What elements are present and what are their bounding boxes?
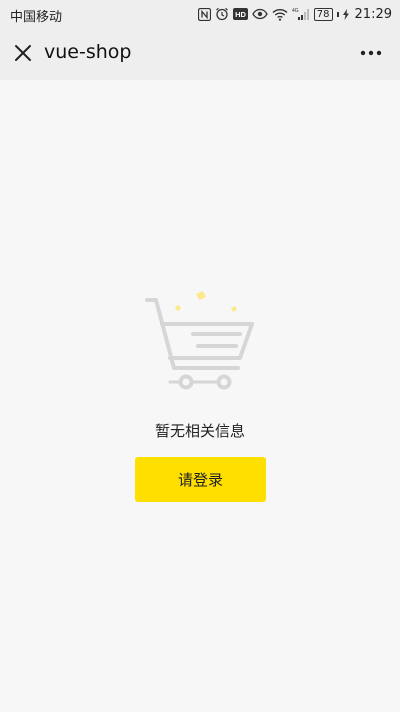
carrier-label: 中国移动 (10, 10, 63, 25)
more-icon (360, 50, 382, 56)
signal-icon: 4G (292, 7, 310, 21)
cart-page-content: 暂无相关信息 请登录 (0, 80, 400, 712)
empty-state-message: 暂无相关信息 (154, 422, 245, 440)
alarm-icon (215, 7, 229, 21)
status-time: 21:29 (354, 6, 392, 22)
network-type-label: 4G (292, 8, 299, 14)
hd-icon: HD (232, 7, 248, 21)
page-title: vue-shop (44, 41, 132, 63)
close-icon (15, 45, 31, 61)
sparkle-small (175, 305, 181, 311)
battery-level: 78 (316, 8, 330, 20)
login-button[interactable]: 请登录 (135, 457, 266, 502)
status-bar: 中国移动 HD 4G 78 21:29 (0, 0, 400, 28)
battery-indicator: 78 (313, 7, 333, 21)
empty-cart-icon (145, 291, 254, 390)
more-button[interactable] (356, 40, 386, 66)
svg-text:HD: HD (235, 10, 246, 19)
battery-tip (336, 11, 339, 17)
charging-icon (342, 7, 349, 21)
eye-icon (252, 7, 268, 21)
nav-bar: vue-shop (0, 28, 400, 80)
nfc-icon (197, 7, 211, 21)
sparkle-right (231, 306, 237, 312)
wifi-icon (272, 7, 288, 21)
status-icons: HD 4G 78 21:29 (197, 5, 392, 23)
close-button[interactable] (8, 38, 38, 68)
sparkle-large (196, 291, 206, 300)
